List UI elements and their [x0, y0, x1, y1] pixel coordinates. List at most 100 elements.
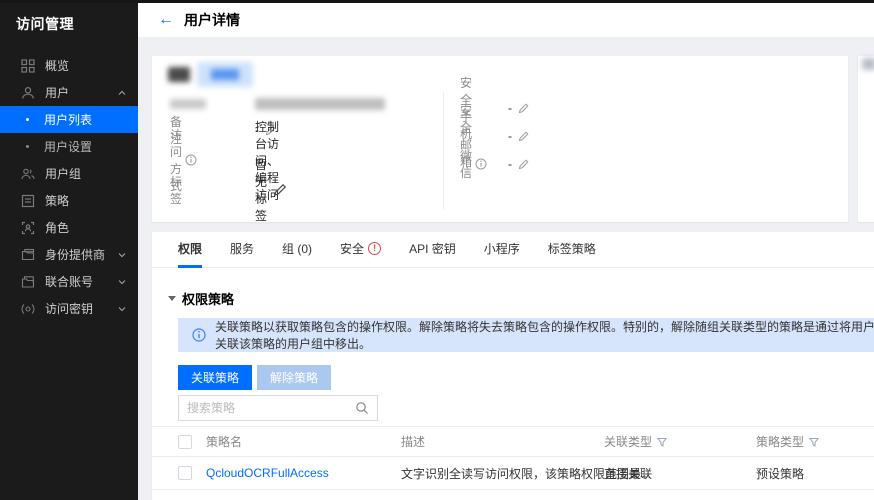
tab-mini-program[interactable]: 小程序 — [484, 232, 520, 268]
policy-type-value: 预设策略 — [756, 466, 805, 481]
banner-text: 关联策略以获取策略包含的操作权限。解除策略将失去策略包含的操作权限。特别的，解除… — [215, 320, 874, 351]
card-vertical-divider — [443, 92, 444, 210]
tab-label: 安全 — [340, 242, 365, 256]
tab-groups[interactable]: 组 (0) — [282, 232, 312, 268]
alert-exclamation-icon: ! — [368, 242, 382, 255]
tab-label: API 密钥 — [409, 242, 456, 256]
tab-security[interactable]: 安全 ! — [340, 232, 382, 268]
field-value: 暂无标签 — [255, 158, 268, 223]
tab-tag-policies[interactable]: 标签策略 — [548, 232, 596, 268]
association-type-value: 直接关联 — [604, 466, 653, 481]
info-icon — [475, 158, 487, 170]
sidebar-item-label: 用户组 — [45, 167, 82, 181]
associate-policy-button[interactable]: 关联策略 — [178, 365, 253, 390]
dissociate-policy-button[interactable]: 解除策略 — [257, 365, 332, 390]
sidebar-item-label: 角色 — [45, 221, 70, 235]
role-icon — [20, 220, 36, 236]
field-label: 标签 — [170, 175, 183, 206]
redacted-username — [168, 67, 190, 82]
chevron-up-icon[interactable] — [118, 89, 126, 97]
tab-permissions[interactable]: 权限 — [178, 232, 203, 268]
sidebar: 访问管理 概览 用户 用户列表 用户设置 用户组 策略 角色 身份提供商 联合账… — [0, 0, 138, 500]
sidebar-item-roles[interactable]: 角色 — [0, 214, 138, 241]
select-all-checkbox[interactable] — [178, 434, 192, 449]
redacted-blob — [862, 58, 874, 70]
policy-icon — [20, 193, 36, 209]
tab-label: 权限 — [178, 242, 203, 256]
edit-pencil-icon[interactable] — [518, 102, 529, 114]
tab-label: 标签策略 — [547, 242, 596, 256]
info-icon — [185, 154, 197, 166]
column-header-description: 描述 — [401, 435, 426, 449]
sidebar-item-user-list[interactable]: 用户列表 — [0, 106, 138, 133]
window-top-strip — [0, 0, 874, 3]
user-icon — [20, 85, 36, 101]
sidebar-item-access-keys[interactable]: 访问密钥 — [0, 295, 138, 322]
chevron-down-icon[interactable] — [118, 278, 126, 286]
column-header-policy-type: 策略类型 — [756, 435, 805, 449]
page-title: 用户详情 — [184, 12, 240, 28]
access-management-console: 访问管理 概览 用户 用户列表 用户设置 用户组 策略 角色 身份提供商 联合账… — [0, 0, 874, 500]
field-label: 微信 — [460, 149, 473, 180]
sidebar-item-label: 用户设置 — [44, 140, 93, 154]
sidebar-item-federated-accounts[interactable]: 联合账号 — [0, 268, 138, 295]
policy-search-input[interactable] — [179, 401, 355, 415]
field-value: - — [508, 129, 512, 143]
edit-pencil-icon[interactable] — [518, 158, 529, 170]
user-info-card: 备注 - 访问方式 控制台访问、编程访问 标签 暂无标签 安全手机 - 安全邮箱… — [152, 56, 848, 223]
tab-bar: 权限 服务 组 (0) 安全 ! API 密钥 小程序 标签策略 — [152, 232, 874, 268]
sidebar-item-label: 访问密钥 — [45, 302, 94, 316]
column-header-policy-name: 策略名 — [206, 435, 243, 449]
user-group-icon — [20, 166, 36, 182]
permission-policy-section-toggle[interactable]: 权限策略 — [152, 286, 874, 310]
adjacent-card-partial — [858, 56, 874, 222]
redacted-field-value — [255, 98, 385, 110]
sidebar-menu: 概览 用户 用户列表 用户设置 用户组 策略 角色 身份提供商 联合账号 访问密… — [0, 52, 138, 322]
chevron-down-icon[interactable] — [118, 305, 126, 313]
banner-info-icon — [192, 328, 206, 342]
back-arrow-icon[interactable]: ← — [158, 12, 174, 28]
sidebar-item-users[interactable]: 用户 — [0, 79, 138, 106]
search-icon[interactable] — [355, 401, 369, 415]
sidebar-item-policies[interactable]: 策略 — [0, 187, 138, 214]
row-checkbox[interactable] — [178, 466, 192, 480]
policy-action-buttons: 关联策略 解除策略 — [178, 365, 332, 390]
sidebar-item-user-settings[interactable]: 用户设置 — [0, 133, 138, 160]
sidebar-item-label: 用户 — [45, 86, 70, 100]
overview-icon — [20, 58, 36, 74]
tab-services[interactable]: 服务 — [230, 232, 254, 268]
section-title: 权限策略 — [182, 291, 235, 307]
policy-search-box — [178, 395, 378, 421]
sidebar-title: 访问管理 — [16, 16, 74, 32]
edit-pencil-icon[interactable] — [273, 183, 287, 197]
identity-provider-icon — [20, 247, 36, 263]
sidebar-item-label: 概览 — [45, 59, 70, 73]
edit-pencil-icon[interactable] — [518, 130, 529, 142]
policy-name-link[interactable]: QcloudOCRFullAccess — [206, 466, 329, 480]
tab-label: 小程序 — [483, 242, 520, 256]
page-header: ← 用户详情 — [138, 3, 874, 38]
redacted-user-badge — [197, 62, 253, 87]
sidebar-item-user-groups[interactable]: 用户组 — [0, 160, 138, 187]
sidebar-item-label: 身份提供商 — [45, 248, 106, 262]
collapse-triangle-icon — [168, 295, 176, 301]
access-key-icon — [20, 301, 36, 317]
sidebar-item-label: 用户列表 — [44, 113, 93, 127]
field-value: - — [508, 157, 512, 171]
sidebar-item-identity-providers[interactable]: 身份提供商 — [0, 241, 138, 268]
detail-tabs-card: 权限 服务 组 (0) 安全 ! API 密钥 小程序 标签策略 权限策略 关联… — [152, 232, 874, 500]
field-value: - — [508, 101, 512, 115]
filter-funnel-icon[interactable] — [809, 437, 820, 447]
sidebar-item-label: 联合账号 — [45, 275, 94, 289]
sidebar-item-label: 策略 — [45, 194, 70, 208]
filter-funnel-icon[interactable] — [657, 437, 668, 447]
tab-label: 服务 — [230, 242, 255, 256]
tab-label: 组 (0) — [282, 242, 313, 256]
table-row: QcloudOCRFullAccess 文字识别全读写访问权限，该策略权限范围最… — [152, 457, 874, 490]
chevron-down-icon[interactable] — [118, 251, 126, 259]
federated-account-icon — [20, 274, 36, 290]
info-banner: 关联策略以获取策略包含的操作权限。解除策略将失去策略包含的操作权限。特别的，解除… — [178, 318, 874, 352]
tab-api-keys[interactable]: API 密钥 — [409, 232, 456, 268]
sidebar-item-overview[interactable]: 概览 — [0, 52, 138, 79]
bullet-dot — [26, 118, 29, 121]
